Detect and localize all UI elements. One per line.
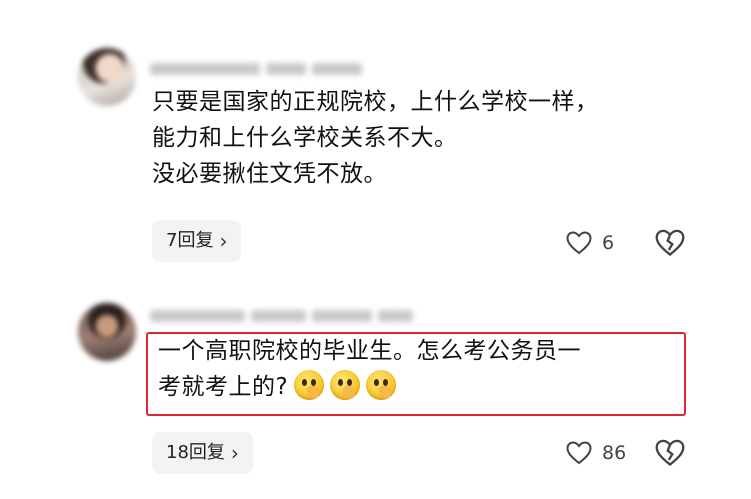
comment-line: 能力和上什么学校关系不大。 <box>152 125 458 151</box>
comment-line: 考就考上的? <box>158 369 691 405</box>
comment-text: 只要是国家的正规院校，上什么学校一样， 能力和上什么学校关系不大。 没必要揪住文… <box>152 84 691 192</box>
shush-emoji-icon <box>366 369 397 400</box>
broken-heart-icon[interactable] <box>655 228 685 258</box>
shush-emoji-icon <box>294 369 325 400</box>
like-count: 86 <box>602 442 627 464</box>
avatar[interactable] <box>78 48 136 106</box>
comment-line: 只要是国家的正规院校，上什么学校一样， <box>152 89 599 115</box>
comment-line: 没必要揪住文凭不放。 <box>152 161 387 187</box>
reply-count-label: 7回复 <box>166 230 214 251</box>
chevron-right-icon: › <box>219 229 228 253</box>
avatar[interactable] <box>78 303 136 361</box>
view-replies-button[interactable]: 18回复 › <box>152 432 253 474</box>
like-count: 6 <box>602 232 615 254</box>
comment-line-text: 考就考上的? <box>158 374 289 400</box>
heart-icon <box>566 231 592 255</box>
comment-line: 一个高职院校的毕业生。怎么考公务员一 <box>158 338 581 364</box>
heart-icon <box>566 441 592 465</box>
chevron-right-icon: › <box>230 441 239 465</box>
comment-item: 只要是国家的正规院校，上什么学校一样， 能力和上什么学校关系不大。 没必要揪住文… <box>0 0 751 285</box>
comment-text: 一个高职院校的毕业生。怎么考公务员一 考就考上的? <box>158 333 691 405</box>
broken-heart-icon[interactable] <box>655 438 685 468</box>
reply-count-label: 18回复 <box>166 442 225 463</box>
blurred-username-date-location <box>150 58 410 76</box>
like-button[interactable]: 86 <box>566 438 626 468</box>
view-replies-button[interactable]: 7回复 › <box>152 220 242 262</box>
comment-item: 一个高职院校的毕业生。怎么考公务员一 考就考上的? 18回复 › 86 <box>0 285 751 499</box>
blurred-username-date-location <box>150 305 440 323</box>
shush-emoji-icon <box>330 369 361 400</box>
like-button[interactable]: 6 <box>566 228 614 258</box>
